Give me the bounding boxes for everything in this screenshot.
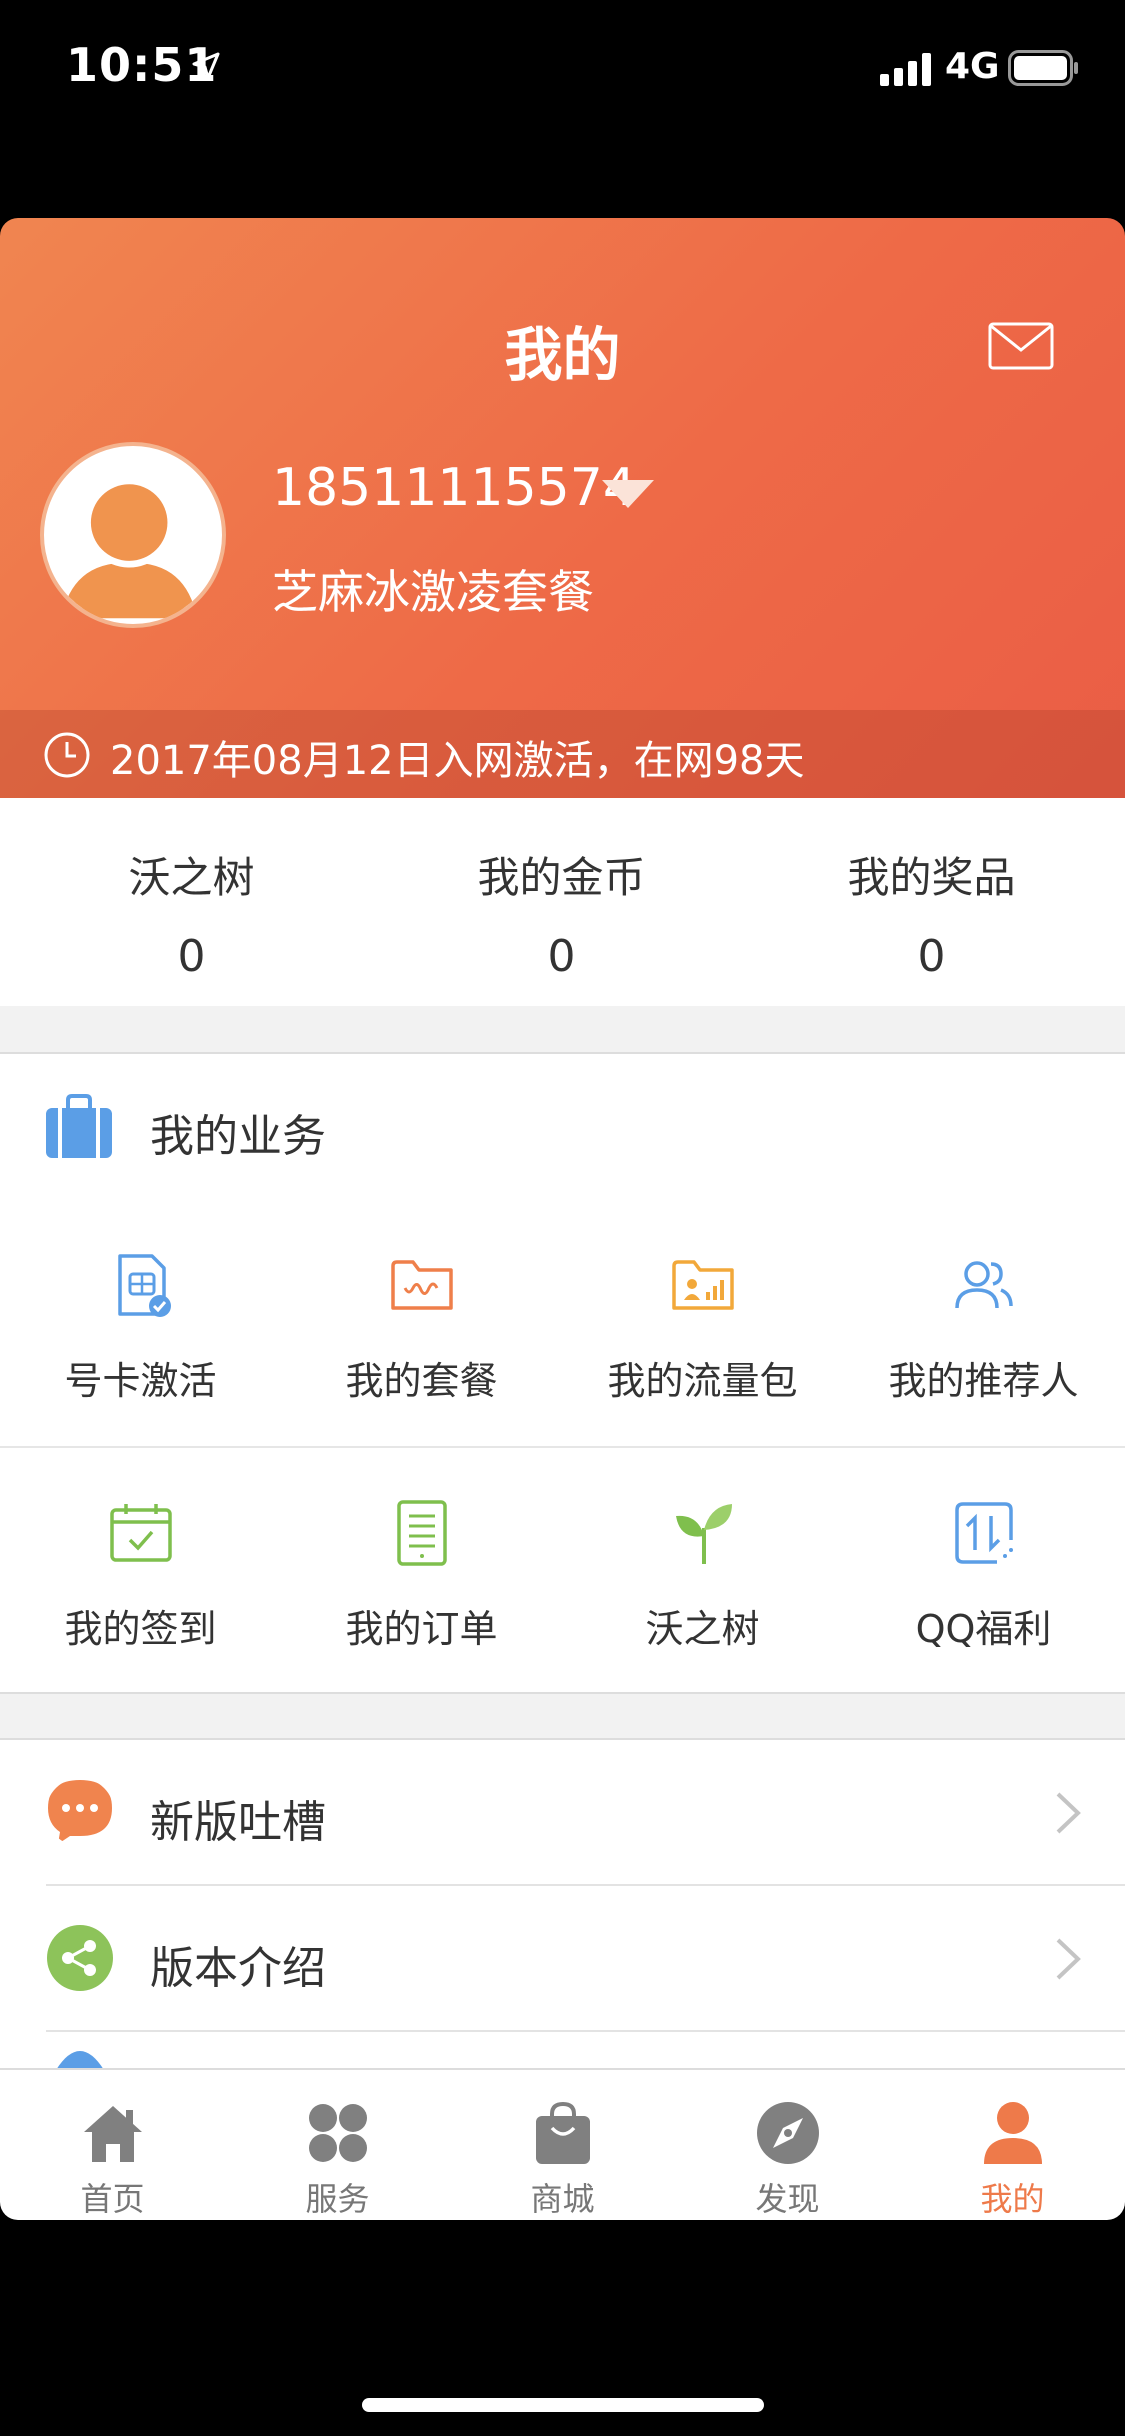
home-icon xyxy=(84,2106,142,2162)
business-grid-row: 号卡激活 我的套餐 我的流量包 我的推荐人 xyxy=(0,1200,1125,1448)
list-divider xyxy=(46,2030,1125,2032)
stats-row: 沃之树 0 我的金币 0 我的奖品 0 xyxy=(0,798,1125,1008)
partial-list-icon xyxy=(56,2051,104,2070)
tab-label: 商城 xyxy=(530,2180,595,2218)
referrer-icon xyxy=(955,1261,1013,1309)
tab-label: 服务 xyxy=(305,2180,370,2218)
tab-mine[interactable]: 我的 xyxy=(900,2070,1125,2220)
location-arrow-icon xyxy=(192,52,220,80)
business-header: 我的业务 xyxy=(0,1052,1125,1204)
tab-bar: 首页 服务 商城 发现 我的 xyxy=(0,2068,1125,2220)
network-type: 4G xyxy=(945,46,1000,87)
grid-item-referrer[interactable]: 我的推荐人 xyxy=(843,1200,1124,1446)
tab-home[interactable]: 首页 xyxy=(0,2070,225,2220)
stat-coins[interactable]: 我的金币 0 xyxy=(374,844,749,982)
stat-value: 0 xyxy=(917,931,946,982)
shopping-bag-icon xyxy=(536,2101,590,2164)
data-pack-icon xyxy=(672,1260,734,1310)
stat-wo-tree[interactable]: 沃之树 0 xyxy=(4,844,379,982)
list-item-version-intro[interactable]: 版本介绍 xyxy=(0,1886,1125,2032)
grid-item-my-plan[interactable]: 我的套餐 xyxy=(281,1200,562,1446)
plan-folder-icon xyxy=(391,1260,453,1310)
activation-text: 2017年08月12日入网激活，在网98天 xyxy=(110,738,805,784)
section-gap xyxy=(0,1692,1125,1740)
list-item-feedback[interactable]: 新版吐槽 xyxy=(0,1740,1125,1886)
qq-data-icon xyxy=(955,1502,1013,1564)
stat-value: 0 xyxy=(177,931,206,982)
sim-card-icon xyxy=(118,1254,171,1317)
grid-label: 我的推荐人 xyxy=(888,1359,1079,1403)
battery-icon xyxy=(1008,50,1078,86)
stat-label: 我的金币 xyxy=(477,853,646,902)
settings-list: 新版吐槽 版本介绍 xyxy=(0,1738,1125,2070)
chevron-right-icon xyxy=(1056,1792,1081,1834)
tab-label: 发现 xyxy=(755,2180,820,2218)
tab-discover[interactable]: 发现 xyxy=(675,2070,900,2220)
profile-header: 我的 18511115574 芝麻冰激凌套餐 2017年08月12日入网激活，在… xyxy=(0,218,1125,798)
grid-item-check-in[interactable]: 我的签到 xyxy=(0,1448,281,1694)
plan-name: 芝麻冰激凌套餐 xyxy=(272,565,594,619)
services-grid-icon xyxy=(309,2104,367,2162)
grid-item-data-pack[interactable]: 我的流量包 xyxy=(562,1200,843,1446)
grid-item-card-activation[interactable]: 号卡激活 xyxy=(0,1200,281,1446)
avatar-person-icon xyxy=(61,477,198,619)
tab-services[interactable]: 服务 xyxy=(225,2070,450,2220)
grid-label: QQ福利 xyxy=(915,1607,1052,1651)
screen: 10:51 4G 我的 18511115574 芝麻冰激凌套餐 2017年08月… xyxy=(0,0,1125,2436)
avatar[interactable] xyxy=(40,442,226,628)
page-title: 我的 xyxy=(504,321,621,389)
share-icon xyxy=(47,1925,113,1991)
sprout-icon xyxy=(676,1504,732,1564)
grid-item-my-orders[interactable]: 我的订单 xyxy=(281,1448,562,1694)
grid-label: 我的流量包 xyxy=(607,1359,798,1403)
stat-label: 沃之树 xyxy=(128,853,255,902)
section-gap xyxy=(0,1006,1125,1052)
tab-mall[interactable]: 商城 xyxy=(450,2070,675,2220)
status-bar: 10:51 4G xyxy=(0,0,1125,140)
clock-icon xyxy=(44,732,90,778)
home-indicator[interactable] xyxy=(362,2398,764,2412)
grid-item-qq-benefits[interactable]: QQ福利 xyxy=(843,1448,1124,1694)
phone-number[interactable]: 18511115574 xyxy=(272,458,636,518)
grid-label: 我的订单 xyxy=(345,1607,498,1651)
activation-bar: 2017年08月12日入网激活，在网98天 xyxy=(0,710,1125,798)
calendar-check-icon xyxy=(110,1504,172,1562)
business-grid-row: 我的签到 我的订单 沃之树 QQ福利 xyxy=(0,1448,1125,1694)
order-list-icon xyxy=(397,1500,447,1566)
list-label: 新版吐槽 xyxy=(150,1797,326,1848)
tab-label: 首页 xyxy=(80,2180,145,2218)
chevron-right-icon xyxy=(1056,1938,1081,1980)
cellular-signal-icon xyxy=(880,53,931,86)
grid-label: 沃之树 xyxy=(645,1607,760,1651)
list-label: 版本介绍 xyxy=(150,1943,326,1994)
tab-label: 我的 xyxy=(980,2180,1045,2218)
stat-label: 我的奖品 xyxy=(847,853,1016,902)
grid-label: 我的签到 xyxy=(64,1607,217,1651)
profile-icon xyxy=(984,2102,1042,2164)
stat-value: 0 xyxy=(547,931,576,982)
briefcase-icon xyxy=(46,1094,112,1158)
mail-icon[interactable] xyxy=(988,322,1054,370)
business-title: 我的业务 xyxy=(150,1111,326,1162)
grid-item-wo-tree[interactable]: 沃之树 xyxy=(562,1448,843,1694)
grid-label: 我的套餐 xyxy=(345,1359,498,1403)
chevron-down-icon[interactable] xyxy=(600,478,656,510)
stat-prizes[interactable]: 我的奖品 0 xyxy=(744,844,1119,982)
chat-bubble-icon xyxy=(48,1780,112,1844)
grid-label: 号卡激活 xyxy=(64,1359,217,1403)
compass-icon xyxy=(757,2102,819,2164)
